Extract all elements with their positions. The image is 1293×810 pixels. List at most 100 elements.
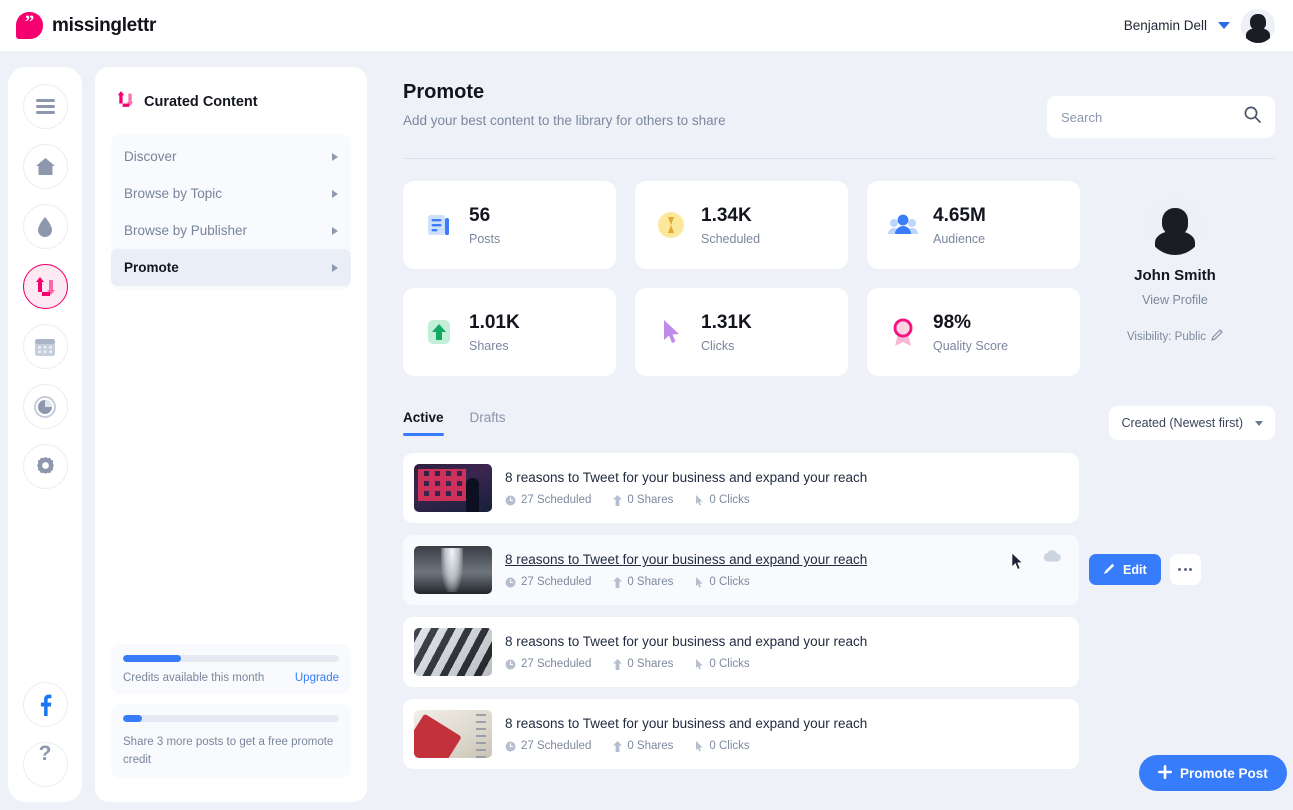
post-meta: 27 Scheduled 0 Shares 0 Clicks	[505, 494, 867, 506]
search-input[interactable]	[1061, 109, 1244, 125]
stat-value: 56	[469, 204, 491, 226]
home-icon[interactable]	[22, 144, 68, 189]
calendar-icon[interactable]	[22, 324, 68, 369]
chevron-down-icon[interactable]	[1218, 22, 1230, 29]
stat-label: Scheduled	[701, 231, 761, 246]
promote-post-button[interactable]: Promote Post	[1139, 755, 1287, 791]
meta-clicks: 0 Clicks	[695, 576, 750, 588]
tab-active[interactable]: Active	[403, 410, 444, 436]
retweet-icon[interactable]	[22, 264, 68, 309]
meta-clicks: 0 Clicks	[695, 494, 750, 506]
ellipsis-icon	[1183, 568, 1187, 571]
stat-card-scheduled[interactable]: 1.34K Scheduled	[635, 181, 848, 269]
stat-label: Audience	[933, 231, 986, 246]
tab-list: Active Drafts	[403, 410, 506, 436]
post-thumbnail	[414, 464, 492, 512]
search-icon[interactable]	[1244, 106, 1261, 128]
chevron-right-icon	[332, 189, 338, 198]
share-promo-box: Share 3 more posts to get a free promote…	[111, 704, 351, 778]
cursor-click-icon	[655, 316, 687, 348]
post-title[interactable]: 8 reasons to Tweet for your business and…	[505, 634, 867, 649]
panel-nav: Discover Browse by Topic Browse by Publi…	[111, 134, 351, 290]
award-ribbon-icon	[887, 316, 919, 348]
view-profile-link[interactable]: View Profile	[1142, 293, 1208, 307]
user-menu[interactable]: Benjamin Dell	[1124, 8, 1275, 43]
tab-drafts[interactable]: Drafts	[470, 410, 506, 436]
more-options-button[interactable]	[1169, 554, 1201, 585]
post-row[interactable]: 8 reasons to Tweet for your business and…	[403, 699, 1079, 769]
question-mark-icon[interactable]: ?	[22, 742, 68, 787]
meta-scheduled: 27 Scheduled	[505, 740, 591, 752]
stat-value: 1.01K	[469, 311, 520, 333]
post-title[interactable]: 8 reasons to Tweet for your business and…	[505, 470, 867, 485]
post-thumbnail	[414, 710, 492, 758]
credits-label: Credits available this month	[123, 672, 265, 684]
clock-icon	[505, 495, 516, 505]
meta-shares: 0 Shares	[613, 740, 673, 752]
stat-card-quality-score[interactable]: 98% Quality Score	[867, 288, 1080, 376]
meta-scheduled: 27 Scheduled	[505, 576, 591, 588]
nav-label: Discover	[124, 149, 177, 164]
share-promo-label: Share 3 more posts to get a free promote…	[123, 736, 334, 766]
sort-dropdown[interactable]: Created (Newest first)	[1109, 406, 1275, 440]
stat-label: Quality Score	[933, 338, 1009, 353]
meta-text: 0 Shares	[627, 576, 674, 588]
stat-card-audience[interactable]: 4.65M Audience	[867, 181, 1080, 269]
quote-mark-icon: ”	[16, 12, 43, 39]
pencil-icon[interactable]	[1211, 329, 1223, 344]
gear-icon[interactable]	[22, 444, 68, 489]
visibility-status[interactable]: Visibility: Public	[1127, 329, 1223, 344]
top-bar: ” missinglettr Benjamin Dell	[0, 0, 1293, 51]
post-thumbnail	[414, 628, 492, 676]
stat-card-shares[interactable]: 1.01K Shares	[403, 288, 616, 376]
pie-chart-icon[interactable]	[22, 384, 68, 429]
search-box[interactable]	[1047, 96, 1275, 138]
sort-selected-value: Created (Newest first)	[1121, 416, 1243, 430]
post-title[interactable]: 8 reasons to Tweet for your business and…	[505, 716, 867, 731]
up-arrow-icon	[423, 316, 455, 348]
nav-item-browse-by-topic[interactable]: Browse by Topic	[111, 175, 351, 212]
icon-rail: ?	[8, 67, 82, 802]
chevron-right-icon	[332, 152, 338, 161]
edit-button[interactable]: Edit	[1089, 554, 1161, 585]
drop-icon[interactable]	[22, 204, 68, 249]
post-row[interactable]: 8 reasons to Tweet for your business and…	[403, 535, 1079, 605]
nav-label: Browse by Publisher	[124, 223, 248, 238]
meta-text: 0 Clicks	[709, 740, 750, 752]
hourglass-icon	[655, 209, 687, 241]
post-title[interactable]: 8 reasons to Tweet for your business and…	[505, 552, 867, 567]
meta-text: 27 Scheduled	[521, 576, 592, 588]
chevron-right-icon	[332, 226, 338, 235]
avatar	[1147, 199, 1203, 255]
edit-label: Edit	[1123, 562, 1147, 577]
row-actions: Edit	[1089, 554, 1201, 585]
share-promo-progress-fill	[123, 715, 143, 722]
nav-item-browse-by-publisher[interactable]: Browse by Publisher	[111, 212, 351, 249]
cursor-icon	[696, 740, 703, 751]
cursor-icon	[696, 576, 703, 587]
brand-logo[interactable]: ” missinglettr	[16, 12, 156, 39]
meta-scheduled: 27 Scheduled	[505, 658, 591, 670]
posts-icon	[423, 209, 455, 241]
meta-text: 0 Clicks	[709, 494, 750, 506]
stat-card-clicks[interactable]: 1.31K Clicks	[635, 288, 848, 376]
cloud-icon[interactable]	[1043, 549, 1061, 567]
brand-name: missinglettr	[52, 14, 157, 36]
upgrade-link[interactable]: Upgrade	[295, 672, 339, 684]
meta-text: 27 Scheduled	[521, 658, 592, 670]
stat-card-posts[interactable]: 56 Posts	[403, 181, 616, 269]
post-row[interactable]: 8 reasons to Tweet for your business and…	[403, 453, 1079, 523]
panel-header: Curated Content	[111, 85, 351, 113]
post-row[interactable]: 8 reasons to Tweet for your business and…	[403, 617, 1079, 687]
nav-item-promote[interactable]: Promote	[111, 249, 351, 286]
meta-shares: 0 Shares	[613, 658, 673, 670]
avatar[interactable]	[1241, 8, 1275, 43]
share-arrow-icon	[613, 494, 623, 506]
facebook-icon[interactable]	[22, 682, 68, 727]
stats-section: 56 Posts 1.34K Scheduled 4.65M Audience …	[390, 159, 1285, 376]
hamburger-menu-icon[interactable]	[22, 84, 68, 129]
nav-item-discover[interactable]: Discover	[111, 138, 351, 175]
stat-value: 1.34K	[701, 204, 752, 226]
ellipsis-icon	[1178, 568, 1182, 571]
credits-progress-bar	[123, 655, 339, 662]
